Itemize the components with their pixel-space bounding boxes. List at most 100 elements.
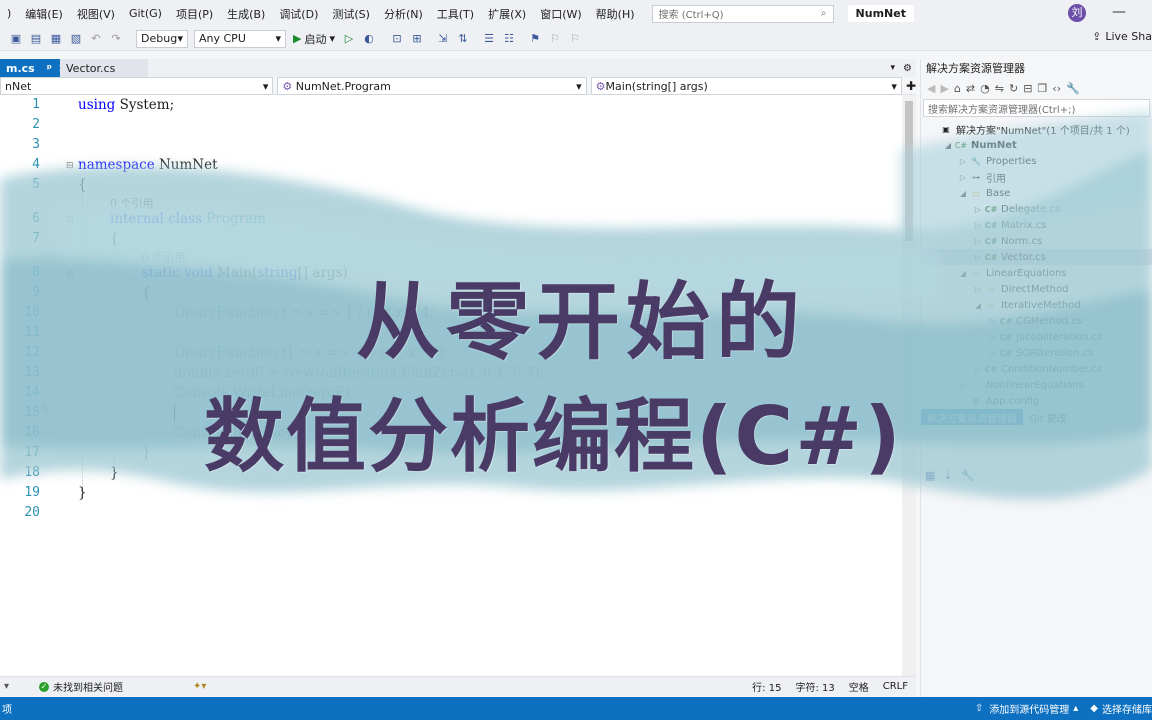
forward-icon[interactable]: ▶ xyxy=(940,82,948,95)
cleanup-icon[interactable]: ✦▾ xyxy=(193,681,206,692)
select-repository-button[interactable]: 选择存储库 xyxy=(1102,701,1152,716)
tree-item[interactable]: ◢ ▭ IterativeMethod xyxy=(921,297,1152,313)
collapsed-arrow-icon[interactable]: ▷ xyxy=(957,381,969,390)
expanded-arrow-icon[interactable]: ◢ xyxy=(957,189,969,198)
menu-item-debug[interactable]: 调试(D) xyxy=(272,6,325,22)
hot-reload-icon[interactable]: ◐ xyxy=(361,31,377,47)
collapsed-arrow-icon[interactable]: ▷ xyxy=(972,365,984,374)
global-search-input[interactable]: 搜索 (Ctrl+Q) ⌕ xyxy=(651,4,834,23)
tree-item[interactable]: ▷ C# CGMethod.cs xyxy=(921,313,1152,329)
menu-item-test[interactable]: 测试(S) xyxy=(325,6,377,22)
tab-vector-cs[interactable]: Vector.cs xyxy=(60,59,148,77)
menu-item-git[interactable]: Git(G) xyxy=(122,7,169,20)
issues-status[interactable]: 未找到相关问题 xyxy=(53,679,123,694)
tree-item[interactable]: ◢ C# NumNet xyxy=(921,137,1152,153)
sort-icon[interactable]: ⇣ xyxy=(943,469,952,482)
switch-views-icon[interactable]: ⇄ xyxy=(966,82,975,95)
expanded-arrow-icon[interactable]: ◢ xyxy=(942,141,954,150)
minimize-icon[interactable]: — xyxy=(1112,4,1126,20)
code-view-icon[interactable]: ‹› xyxy=(1052,82,1061,95)
menu-item-project[interactable]: 项目(P) xyxy=(169,6,220,22)
menu-item-edit[interactable]: 编辑(E) xyxy=(18,6,70,22)
collapsed-arrow-icon[interactable]: ▷ xyxy=(987,317,999,326)
tree-item[interactable]: ▷ 🔧 Properties xyxy=(921,153,1152,169)
tab-list-icon[interactable]: ▾ xyxy=(887,63,900,73)
tree-item[interactable]: ▷ C# SORIteration.cs xyxy=(921,345,1152,361)
collapsed-arrow-icon[interactable]: ▷ xyxy=(987,333,999,342)
config-select[interactable]: Debug ▾ xyxy=(136,29,188,48)
zoom-dropdown-icon[interactable]: ▾ xyxy=(4,681,9,692)
browse-icon[interactable]: ⊡ xyxy=(389,31,405,47)
class-dropdown[interactable]: ⚙ NumNet.Program ▾ xyxy=(277,77,587,95)
split-icon[interactable]: ✚ xyxy=(906,79,916,93)
tree-item[interactable]: ◢ ▭ LinearEquations xyxy=(921,265,1152,281)
home-icon[interactable]: ⌂ xyxy=(954,82,961,95)
tab-git-changes[interactable]: Git 更改 xyxy=(1023,409,1073,425)
tree-item[interactable]: ▷ C# Norm.cs xyxy=(921,233,1152,249)
char-indicator[interactable]: 字符: 13 xyxy=(795,679,834,694)
reference-count[interactable]: 0 个引用 xyxy=(110,195,154,211)
whitespace-indicator[interactable]: 空格 xyxy=(849,679,869,694)
tree-item[interactable]: ▷ C# ConditionNumber.cs xyxy=(921,361,1152,377)
bookmark-next-icon[interactable]: ⚐ xyxy=(567,31,583,47)
refresh-icon[interactable]: ↻ xyxy=(1009,82,1018,95)
menu-item-view[interactable]: 视图(V) xyxy=(70,6,122,22)
back-icon[interactable]: ◀ xyxy=(927,82,935,95)
reference-count[interactable]: 0 个引用 xyxy=(142,249,186,265)
layout-icon[interactable]: ⊞ xyxy=(409,31,425,47)
wrench-icon[interactable]: 🔧 xyxy=(961,469,975,482)
comment-icon[interactable]: ☰ xyxy=(481,31,497,47)
tree-item[interactable]: ▣ 解决方案"NumNet"(1 个项目/共 1 个) xyxy=(921,121,1152,137)
new-project-icon[interactable]: ▣ xyxy=(8,31,24,47)
line-indicator[interactable]: 行: 15 xyxy=(752,679,781,694)
open-folder-icon[interactable]: ▤ xyxy=(28,31,44,47)
tree-item[interactable]: ▷ ▭ DirectMethod xyxy=(921,281,1152,297)
tree-item[interactable]: ▷ C# Delegate.cs xyxy=(921,201,1152,217)
redo-icon[interactable]: ↷ xyxy=(108,31,124,47)
liveshare-button[interactable]: ⇪ Live Sha xyxy=(1092,30,1152,43)
sync-icon[interactable]: ⇋ xyxy=(995,82,1004,95)
expanded-arrow-icon[interactable]: ◢ xyxy=(972,301,984,310)
pending-changes-icon[interactable]: ◔ xyxy=(980,82,990,95)
wrench-icon[interactable]: 🔧 xyxy=(1066,82,1080,95)
start-button[interactable]: ▶ 启动 ▾ xyxy=(293,31,335,47)
tab-program-cs[interactable]: m.cs ᵖ ✕ xyxy=(0,59,67,77)
tree-item[interactable]: ▷ C# JacobiIteration.cs xyxy=(921,329,1152,345)
collapsed-arrow-icon[interactable]: ▷ xyxy=(972,237,984,246)
member-dropdown[interactable]: ⚙Main(string[] args) ▾ xyxy=(590,77,902,95)
project-dropdown[interactable]: nNet ▾ xyxy=(0,77,274,95)
fold-toggle-icon[interactable]: ⊟ xyxy=(66,215,74,225)
menu-item-partial[interactable]: ) xyxy=(0,7,18,20)
start-without-debug-icon[interactable]: ▷ xyxy=(341,31,357,47)
undo-icon[interactable]: ↶ xyxy=(88,31,104,47)
pin-icon[interactable]: ᵖ xyxy=(47,62,52,75)
editor-scrollbar[interactable] xyxy=(902,95,916,676)
user-avatar[interactable]: 刘 xyxy=(1068,4,1086,22)
tree-item[interactable]: ▷ ▭ NonlinearEquations xyxy=(921,377,1152,393)
format-icon[interactable]: ⇅ xyxy=(455,31,471,47)
gear-icon[interactable]: ⚙ xyxy=(899,63,916,74)
solution-search-input[interactable]: 搜索解决方案资源管理器(Ctrl+;) xyxy=(923,99,1150,117)
menu-item-help[interactable]: 帮助(H) xyxy=(589,6,642,22)
show-all-files-icon[interactable]: ❐ xyxy=(1037,82,1047,95)
collapsed-arrow-icon[interactable]: ▷ xyxy=(972,221,984,230)
tree-item[interactable]: ▷ C# Vector.cs xyxy=(921,249,1152,265)
tree-item[interactable]: ▷ ⊶ 引用 xyxy=(921,169,1152,185)
tab-solution-explorer[interactable]: 解决方案资源管理器 xyxy=(921,409,1023,425)
menu-item-extensions[interactable]: 扩展(X) xyxy=(481,6,533,22)
menu-item-analyze[interactable]: 分析(N) xyxy=(377,6,430,22)
scrollbar-thumb[interactable] xyxy=(905,101,913,241)
eol-indicator[interactable]: CRLF xyxy=(883,681,908,692)
collapse-all-icon[interactable]: ⊟ xyxy=(1023,82,1032,95)
save-all-icon[interactable]: ▧ xyxy=(68,31,84,47)
save-icon[interactable]: ▦ xyxy=(48,31,64,47)
collapsed-arrow-icon[interactable]: ▷ xyxy=(987,349,999,358)
collapsed-arrow-icon[interactable]: ▷ xyxy=(972,253,984,262)
fold-toggle-icon[interactable]: ⊟ xyxy=(66,269,74,279)
collapsed-arrow-icon[interactable]: ▷ xyxy=(957,157,969,166)
menu-item-tools[interactable]: 工具(T) xyxy=(430,6,481,22)
add-to-source-control-button[interactable]: 添加到源代码管理 xyxy=(989,701,1069,716)
uncomment-icon[interactable]: ☷ xyxy=(501,31,517,47)
collapsed-arrow-icon[interactable]: ▷ xyxy=(972,205,984,214)
tree-item[interactable]: ⚙ App.config xyxy=(921,393,1152,409)
